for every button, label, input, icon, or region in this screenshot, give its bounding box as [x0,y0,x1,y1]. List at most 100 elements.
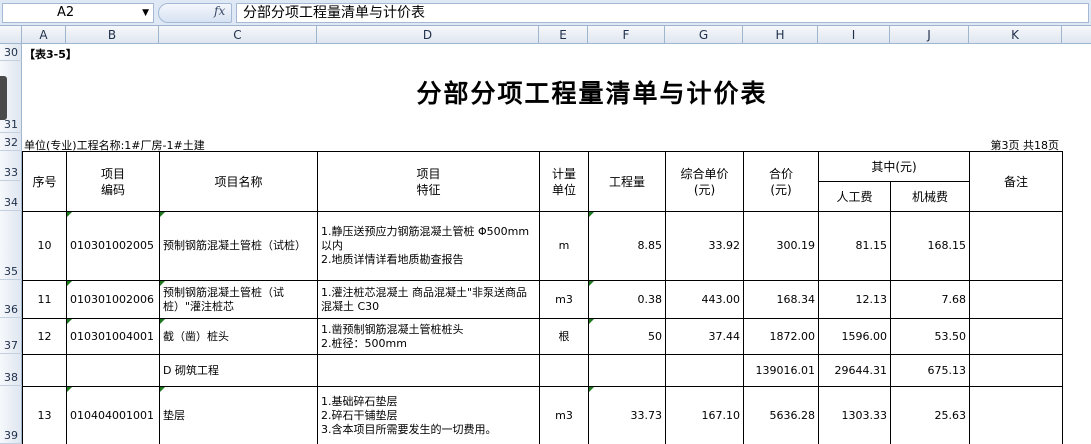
header-labor[interactable]: 人工费 [818,181,891,212]
row-header-36[interactable]: 36 [0,280,22,318]
cell-name[interactable]: D 砌筑工程 [159,354,318,387]
cell-feature[interactable]: 1.静压送预应力钢筋混凝土管桩 Φ500mm以内 2.地质详情详看地质勘查报告 [317,211,540,281]
cell-quantity[interactable]: 50 [588,318,666,355]
cell-labor[interactable]: 1303.33 [818,386,891,444]
cell-machine[interactable]: 168.15 [890,211,970,281]
split-handle[interactable] [0,76,7,120]
cell-unit[interactable]: m3 [539,280,589,319]
cell-unit-price[interactable]: 37.44 [665,318,744,355]
cell-unit[interactable]: m3 [539,386,589,444]
cell-remark[interactable] [969,386,1063,444]
cell-feature[interactable] [317,354,540,387]
cell-unit[interactable]: m [539,211,589,281]
row-header-38[interactable]: 38 [0,354,22,386]
table-row: 10 010301002005 预制钢筋混凝土管桩（试桩） 1.静压送预应力钢筋… [22,211,1063,281]
cell-name[interactable]: 预制钢筋混凝土管桩（试桩） [159,211,318,281]
cell-seq[interactable]: 10 [22,211,67,281]
header-feature[interactable]: 项目 特征 [317,151,540,212]
cell-quantity[interactable] [588,354,666,387]
cell-machine[interactable]: 675.13 [890,354,970,387]
row-header-30[interactable]: 30 [0,44,22,61]
row-header-32[interactable]: 32 [0,133,22,151]
column-header-k[interactable]: K [969,26,1062,44]
cell-labor[interactable]: 81.15 [818,211,891,281]
column-header-e[interactable]: E [539,26,588,44]
header-unit[interactable]: 计量 单位 [539,151,589,212]
cell-labor[interactable]: 29644.31 [818,354,891,387]
cell-remark[interactable] [969,318,1063,355]
cell-total[interactable]: 139016.01 [743,354,819,387]
cell-quantity[interactable]: 0.38 [588,280,666,319]
cell-quantity[interactable]: 33.73 [588,386,666,444]
cell-labor[interactable]: 1596.00 [818,318,891,355]
header-machine[interactable]: 机械费 [890,181,970,212]
header-of-which[interactable]: 其中(元) [818,151,970,182]
cell-quantity[interactable]: 8.85 [588,211,666,281]
cell-feature[interactable]: 1.灌注桩芯混凝土 商品混凝土"非泵送商品混凝土 C30 [317,280,540,319]
column-header-j[interactable]: J [890,26,969,44]
cell-total[interactable]: 168.34 [743,280,819,319]
cell-code[interactable] [66,354,160,387]
cell-name[interactable]: 垫层 [159,386,318,444]
header-code[interactable]: 项目 编码 [66,151,160,212]
column-header-b[interactable]: B [66,26,159,44]
cell-unit-price[interactable] [665,354,744,387]
column-header: A B C D E F G H I J K [0,26,1091,44]
cell-code[interactable]: 010301004001 [66,318,160,355]
cell-unit[interactable]: 根 [539,318,589,355]
cell-feature[interactable]: 1.基础碎石垫层 2.碎石干铺垫层 3.含本项目所需要发生的一切费用。 [317,386,540,444]
cell-seq[interactable] [22,354,67,387]
header-unit-price[interactable]: 综合单价 (元) [665,151,744,212]
column-header-d[interactable]: D [317,26,539,44]
cell-total[interactable]: 5636.28 [743,386,819,444]
cell-unit-price[interactable]: 33.92 [665,211,744,281]
header-seq[interactable]: 序号 [22,151,67,212]
cell-feature[interactable]: 1.凿预制钢筋混凝土管桩桩头 2.桩径：500mm [317,318,540,355]
column-header-g[interactable]: G [665,26,743,44]
header-total[interactable]: 合价 (元) [743,151,819,212]
cell-name[interactable]: 截（凿）桩头 [159,318,318,355]
row-header-33[interactable]: 33 [0,151,22,181]
cell-remark[interactable] [969,280,1063,319]
cell-remark[interactable] [969,354,1063,387]
cell-code[interactable]: 010301002006 [66,280,160,319]
cell-unit-price[interactable]: 443.00 [665,280,744,319]
cell-code[interactable]: 010301002005 [66,211,160,281]
column-header-i[interactable]: I [818,26,890,44]
cell-name[interactable]: 预制钢筋混凝土管桩（试桩）"灌注桩芯 [159,280,318,319]
cell-seq[interactable]: 11 [22,280,67,319]
cell-seq[interactable]: 12 [22,318,67,355]
cell-total[interactable]: 1872.00 [743,318,819,355]
row-header-34[interactable]: 34 [0,181,22,211]
insert-function-icon[interactable]: fx [214,4,225,18]
cell-machine[interactable]: 25.63 [890,386,970,444]
name-box[interactable]: A2 ▼ [2,3,154,23]
row-header-37[interactable]: 37 [0,318,22,354]
cell-labor[interactable]: 12.13 [818,280,891,319]
column-header-f[interactable]: F [588,26,665,44]
column-header-a[interactable]: A [22,26,66,44]
select-all-corner[interactable] [0,26,22,44]
column-header-c[interactable]: C [159,26,317,44]
column-header-h[interactable]: H [743,26,818,44]
worksheet[interactable]: 【表3-5】 分部分项工程量清单与计价表 单位(专业)工程名称:1#厂房-1#土… [22,44,1091,444]
row-header-39[interactable]: 39 [0,386,22,444]
table-row: D 砌筑工程 139016.01 29644.31 675.13 [22,354,1063,387]
cell-remark[interactable] [969,211,1063,281]
cell-seq[interactable]: 13 [22,386,67,444]
formula-bar: A2 ▼ fx 分部分项工程量清单与计价表 [0,0,1091,26]
cell-code[interactable]: 010404001001 [66,386,160,444]
header-quantity[interactable]: 工程量 [588,151,666,212]
formula-input[interactable]: 分部分项工程量清单与计价表 [236,3,1089,23]
cell-unit[interactable] [539,354,589,387]
cell-total[interactable]: 300.19 [743,211,819,281]
header-remark[interactable]: 备注 [969,151,1063,212]
cell-machine[interactable]: 7.68 [890,280,970,319]
row-header-35[interactable]: 35 [0,211,22,280]
table-row: 12 010301004001 截（凿）桩头 1.凿预制钢筋混凝土管桩桩头 2.桩… [22,318,1063,355]
cell-machine[interactable]: 53.50 [890,318,970,355]
header-name[interactable]: 项目名称 [159,151,318,212]
boq-table: 序号 项目 编码 项目名称 项目 特征 计量 单位 工程量 综合单价 (元) 合价 (元)… [22,151,1063,444]
cell-unit-price[interactable]: 167.10 [665,386,744,444]
chevron-down-icon[interactable]: ▼ [142,4,149,22]
